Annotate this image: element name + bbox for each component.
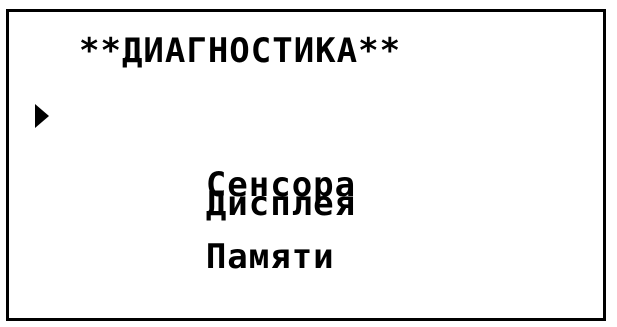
menu-item-display[interactable]: Дисплея xyxy=(9,153,356,221)
menu-item-label: Памяти xyxy=(205,237,335,277)
lcd-screen: **ДИАГНОСТИКА** Сенсора Дисплея Памяти xyxy=(6,9,606,321)
menu-list: Сенсора Дисплея Памяти xyxy=(9,100,356,274)
selection-arrow-icon xyxy=(35,104,49,128)
menu-item-sensors[interactable]: Сенсора xyxy=(9,100,356,202)
menu-item-memory[interactable]: Памяти xyxy=(9,206,356,274)
menu-title: **ДИАГНОСТИКА** xyxy=(79,31,402,71)
